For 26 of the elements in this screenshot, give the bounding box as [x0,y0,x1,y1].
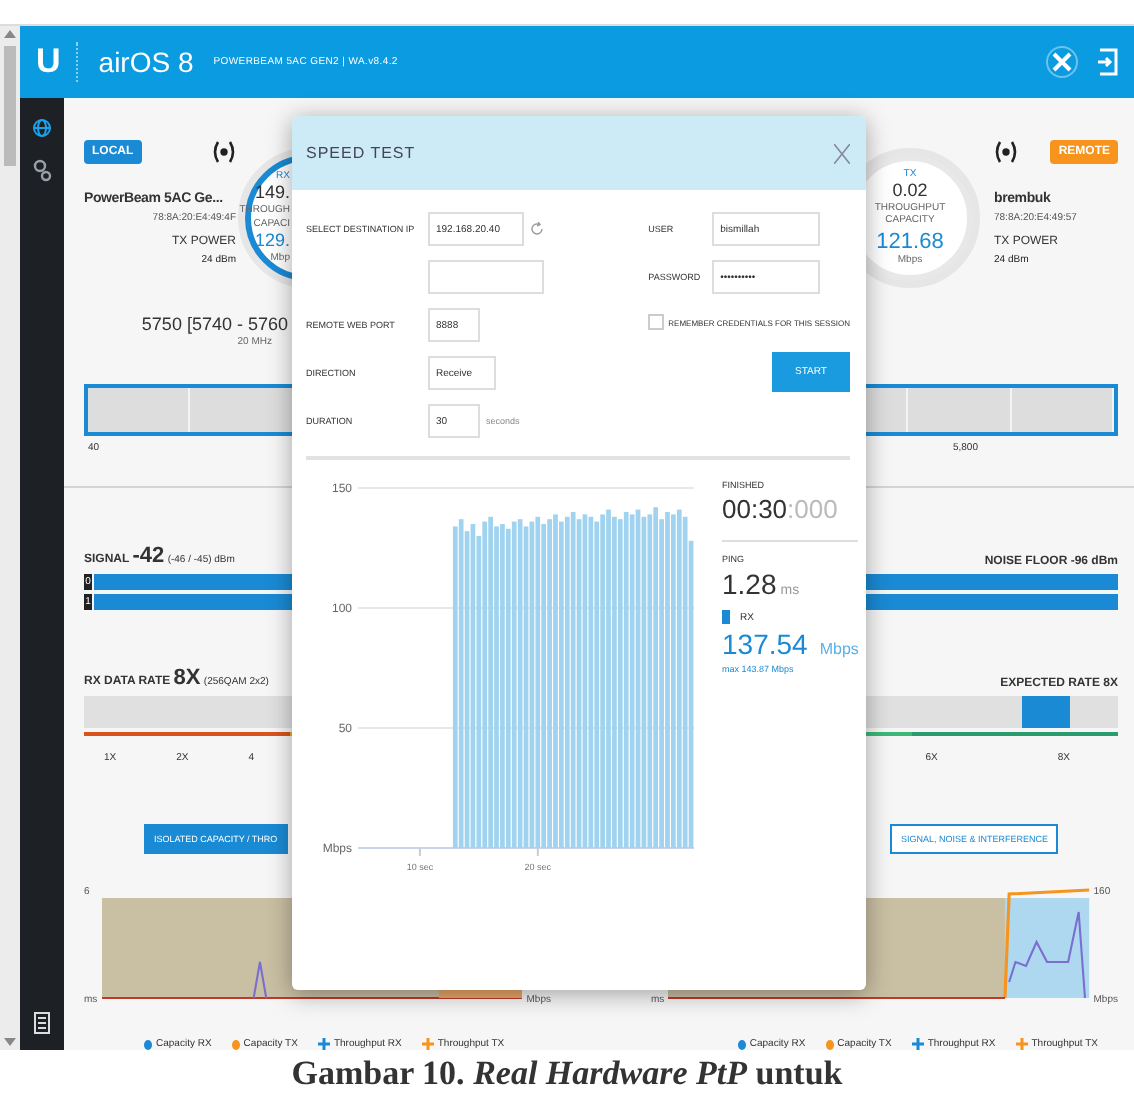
scroll-up-icon[interactable] [4,30,16,38]
checkbox[interactable] [648,314,665,330]
globe-icon[interactable] [32,118,52,138]
timer: 00:30:000 [722,494,840,524]
input-field[interactable] [428,260,544,294]
scrollbar-thumb[interactable] [4,46,16,166]
scroll-down-icon[interactable] [4,1038,16,1046]
legend-swatch [722,610,730,624]
frequency-value: 5750 [5740 - 5760 [141,314,288,334]
gauge-capacity: 129. [254,232,290,252]
refresh-icon[interactable] [530,222,544,236]
expected-rate-marker [1022,696,1070,728]
gauge-throughput: 149. [254,184,290,204]
gears-icon[interactable] [32,158,52,182]
logo: U [36,42,79,82]
figure-caption: Gambar 10. Real Hardware PtP untuk [289,1052,845,1096]
dialog-title: SPEED TEST [306,144,416,162]
logout-icon[interactable] [1098,48,1118,76]
product-name: airOS 8 [98,46,194,78]
gauge-throughput: 0.02 [892,182,928,202]
gauge-capacity: 121.68 [876,229,944,254]
rate-value: 137.54 Mbps [722,628,859,660]
antenna-icon [994,138,1018,166]
antenna-icon [212,138,236,166]
document-icon[interactable] [34,1012,50,1034]
close-icon[interactable] [834,143,850,163]
